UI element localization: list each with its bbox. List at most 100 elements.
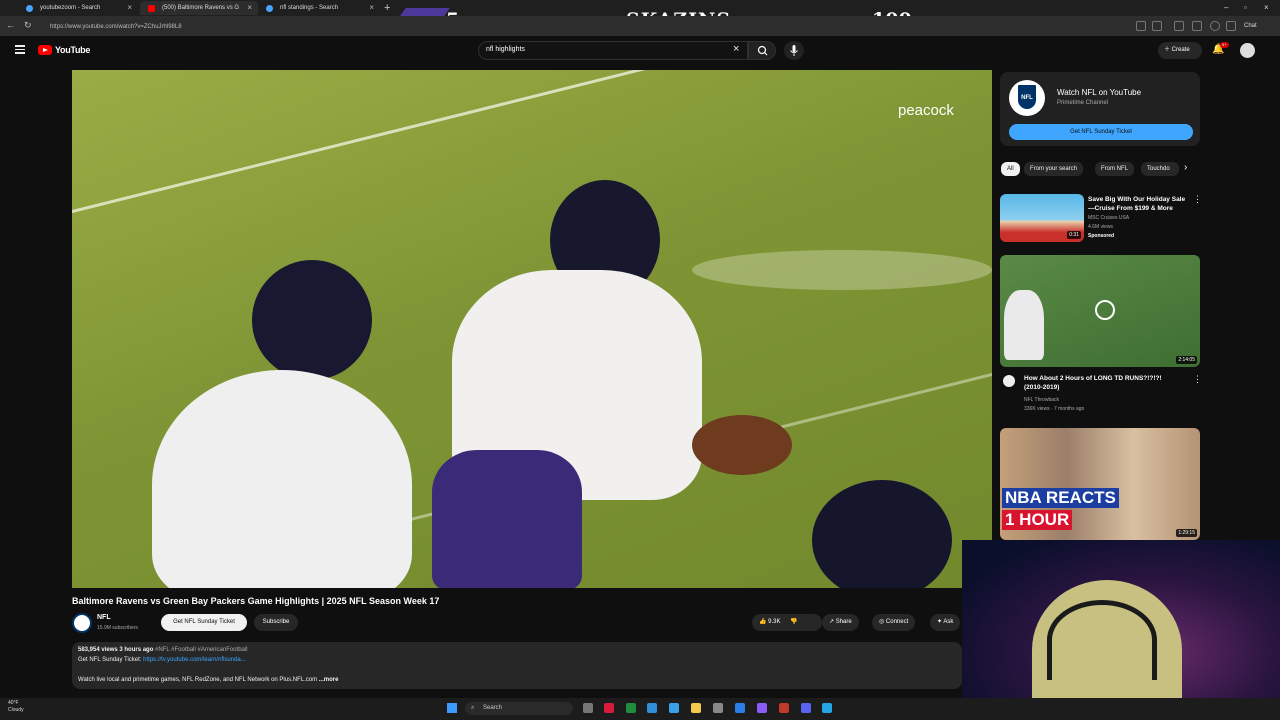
create-button[interactable]: ＋ Create bbox=[1158, 42, 1202, 59]
dislike-icon[interactable]: 👎 bbox=[790, 619, 797, 625]
connect-icon: ◎ bbox=[879, 619, 885, 625]
tab-title: (500) Baltimore Ravens vs G bbox=[162, 5, 240, 11]
voice-search-button[interactable] bbox=[784, 41, 804, 60]
title-line: Save Big With Our Holiday Sale bbox=[1088, 196, 1186, 203]
video-channel[interactable]: NFL Throwback bbox=[1024, 397, 1059, 403]
weather-widget[interactable]: 40°F Cloudy bbox=[8, 700, 24, 714]
ticket-link[interactable]: https://tv.youtube.com/learn/nflsunda... bbox=[143, 657, 246, 663]
video-duration: 2:14:05 bbox=[1176, 356, 1197, 364]
like-button[interactable]: 👍 9.3K 👎 bbox=[752, 614, 822, 631]
player-figure bbox=[1004, 290, 1044, 360]
file-explorer-icon[interactable] bbox=[691, 703, 701, 713]
video-thumbnail[interactable]: 0:31 bbox=[1000, 194, 1084, 242]
taskbar-search[interactable]: ⌕ Search bbox=[465, 702, 573, 715]
app-icon[interactable] bbox=[604, 703, 614, 713]
video-player[interactable] bbox=[72, 70, 992, 588]
back-icon[interactable]: ← bbox=[6, 20, 15, 30]
video-thumbnail[interactable]: NBA REACTS 1 HOUR 1:29:15 bbox=[1000, 428, 1200, 540]
search-button[interactable] bbox=[748, 41, 776, 60]
taskbar-search-label: Search bbox=[483, 705, 503, 711]
reload-icon[interactable]: ↻ bbox=[24, 20, 32, 31]
new-tab-button[interactable]: + bbox=[384, 0, 390, 16]
chip-touchdowns[interactable]: Touchdo bbox=[1141, 162, 1179, 176]
hashtags[interactable]: #NFL #Football #AmericanFootball bbox=[155, 647, 248, 653]
browser-tab-2[interactable]: (500) Baltimore Ravens vs G × bbox=[140, 1, 258, 15]
account-avatar[interactable] bbox=[1240, 43, 1255, 58]
create-label: Create bbox=[1171, 47, 1190, 53]
chevron-right-icon[interactable]: › bbox=[1184, 162, 1187, 173]
share-button[interactable]: ↗ Share bbox=[822, 614, 859, 631]
channel-avatar[interactable] bbox=[1003, 375, 1015, 387]
watch-text: Watch live local and primetime games, NF… bbox=[78, 677, 318, 683]
channel-name[interactable]: NFL bbox=[97, 614, 111, 621]
favorites-icon[interactable] bbox=[1152, 21, 1162, 31]
task-view-icon[interactable] bbox=[583, 703, 593, 713]
share-label: Share bbox=[835, 619, 852, 625]
close-tab-icon[interactable]: × bbox=[369, 1, 374, 15]
app-icon[interactable] bbox=[669, 703, 679, 713]
mail-icon[interactable] bbox=[735, 703, 745, 713]
promo-subtitle: Primetime Channel bbox=[1057, 100, 1109, 106]
show-more-link[interactable]: ...more bbox=[319, 677, 339, 683]
channel-subscriber-count: 15.9M subscribers bbox=[97, 625, 138, 631]
maximize-icon[interactable]: ▫ bbox=[1244, 0, 1247, 16]
search-icon: ⌕ bbox=[471, 705, 475, 711]
connect-button[interactable]: ◎ Connect bbox=[872, 614, 916, 631]
browser-tab-3[interactable]: nfl standings - Search × bbox=[258, 1, 380, 15]
weather-temp: 40°F bbox=[8, 700, 19, 706]
downloads-icon[interactable] bbox=[1174, 21, 1184, 31]
video-title[interactable]: How About 2 Hours of LONG TD RUNS?!?!?! … bbox=[1024, 374, 1189, 392]
app-icon[interactable] bbox=[801, 703, 811, 713]
address-bar[interactable]: https://www.youtube.com/watch?v=ZChuJrhl… bbox=[50, 21, 950, 33]
edge-icon[interactable] bbox=[647, 703, 657, 713]
more-icon[interactable] bbox=[1226, 21, 1236, 31]
description-ticket-line: Get NFL Sunday Ticket: https://tv.youtub… bbox=[78, 657, 246, 663]
minimize-icon[interactable]: – bbox=[1224, 0, 1228, 16]
title-line: —Cruise From $199 & More bbox=[1088, 205, 1173, 212]
player-helmet bbox=[812, 480, 952, 588]
windows-start-icon[interactable] bbox=[447, 703, 457, 713]
profile-icon[interactable] bbox=[1210, 21, 1220, 31]
chip-from-your-search[interactable]: From your search bbox=[1024, 162, 1084, 176]
chip-all[interactable]: All bbox=[1001, 162, 1020, 176]
telegram-icon[interactable] bbox=[822, 703, 832, 713]
ask-button[interactable]: ✦ Ask bbox=[930, 614, 961, 631]
title-line: How About 2 Hours of LONG TD RUNS?!?!?! bbox=[1024, 375, 1162, 382]
quarterback-pants bbox=[432, 450, 582, 588]
search-query-text[interactable]: nfl highlights bbox=[486, 46, 525, 53]
close-window-icon[interactable]: × bbox=[1264, 0, 1269, 16]
collections-icon[interactable] bbox=[1192, 21, 1202, 31]
browser-tab-1[interactable]: youtubezoom - Search × bbox=[18, 1, 138, 15]
discord-icon[interactable] bbox=[757, 703, 767, 713]
youtube-logo-icon[interactable] bbox=[38, 45, 52, 55]
youtube-wordmark[interactable]: YouTube bbox=[55, 45, 90, 55]
more-vert-icon[interactable]: ⋮ bbox=[1193, 374, 1202, 385]
sunday-ticket-button[interactable]: Get NFL Sunday Ticket bbox=[161, 614, 247, 631]
xbox-icon[interactable] bbox=[626, 703, 636, 713]
subscribe-button[interactable]: Subscribe bbox=[254, 614, 298, 631]
video-title[interactable]: Save Big With Our Holiday Sale —Cruise F… bbox=[1088, 195, 1192, 213]
app-icon[interactable] bbox=[713, 703, 723, 713]
field-logo bbox=[692, 250, 992, 290]
extension-icon[interactable] bbox=[1136, 21, 1146, 31]
menu-icon[interactable] bbox=[15, 45, 25, 54]
close-tab-icon[interactable]: × bbox=[127, 1, 132, 15]
description-watch-line: Watch live local and primetime games, NF… bbox=[78, 677, 338, 683]
headset bbox=[1047, 600, 1157, 680]
tab-title: youtubezoom - Search bbox=[40, 5, 101, 11]
close-tab-icon[interactable]: × bbox=[247, 1, 252, 15]
description-stats-line: 583,954 views 3 hours ago #NFL #Football… bbox=[78, 647, 248, 653]
like-count: 9.3K bbox=[768, 619, 781, 625]
field-yard-line bbox=[72, 70, 752, 213]
video-thumbnail[interactable]: 2:14:05 bbox=[1000, 255, 1200, 367]
share-icon: ↗ bbox=[829, 619, 835, 625]
chip-from-nfl[interactable]: From NFL bbox=[1095, 162, 1134, 176]
channel-avatar[interactable] bbox=[72, 613, 92, 633]
youtube-tab-icon bbox=[148, 5, 155, 12]
video-channel[interactable]: MSC Cruises USA bbox=[1088, 215, 1129, 221]
more-vert-icon[interactable]: ⋮ bbox=[1193, 194, 1202, 205]
copilot-chat-button[interactable]: Chat bbox=[1244, 20, 1257, 32]
clear-search-icon[interactable]: × bbox=[733, 43, 739, 55]
app-icon[interactable] bbox=[779, 703, 789, 713]
promo-sunday-ticket-button[interactable]: Get NFL Sunday Ticket bbox=[1009, 124, 1193, 140]
